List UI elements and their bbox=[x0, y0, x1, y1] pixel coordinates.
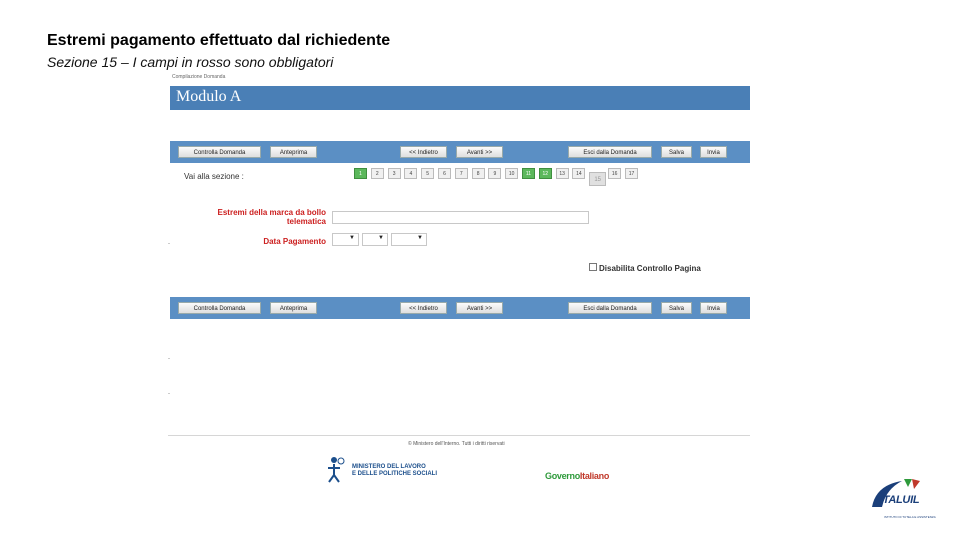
divider bbox=[168, 393, 170, 394]
footer-divider bbox=[168, 435, 750, 436]
section-button-17[interactable]: 17 bbox=[625, 168, 638, 179]
slide-subtitle: Sezione 15 – I campi in rosso sono obbli… bbox=[47, 54, 334, 70]
governo-logo: GovernoItaliano bbox=[545, 471, 610, 481]
invia-button[interactable]: Invia bbox=[700, 146, 727, 158]
anteprima-button[interactable]: Anteprima bbox=[270, 146, 317, 158]
ministero-logo-icon bbox=[328, 457, 345, 483]
indietro-button[interactable]: << Indietro bbox=[400, 146, 447, 158]
controlla-domanda-button[interactable]: Controlla Domanda bbox=[178, 302, 261, 314]
toolbar-bottom: Controlla Domanda Anteprima << Indietro … bbox=[170, 297, 750, 319]
marca-bollo-input[interactable] bbox=[332, 211, 589, 224]
esci-domanda-button[interactable]: Esci dalla Domanda bbox=[568, 146, 652, 158]
section-button-6[interactable]: 6 bbox=[438, 168, 451, 179]
section-button-4[interactable]: 4 bbox=[404, 168, 418, 179]
salva-button[interactable]: Salva bbox=[661, 146, 692, 158]
breadcrumb: Compilazione Domanda bbox=[172, 74, 226, 80]
section-button-14[interactable]: 14 bbox=[572, 168, 586, 179]
data-pagamento-label: Data Pagamento bbox=[263, 237, 326, 246]
section-button-8[interactable]: 8 bbox=[471, 168, 485, 179]
marca-bollo-label: Estremi della marca da bollo telematica bbox=[217, 208, 326, 226]
italuil-tagline: ISTITUTO DI TUTELA E ASSISTENZA bbox=[884, 515, 936, 519]
chevron-down-icon: ▼ bbox=[349, 235, 355, 241]
module-header: Modulo A bbox=[170, 86, 750, 110]
module-title: Modulo A bbox=[176, 88, 242, 105]
section-button-2[interactable]: 2 bbox=[370, 168, 384, 179]
section-button-1[interactable]: 1 bbox=[354, 168, 367, 179]
indietro-button[interactable]: << Indietro bbox=[400, 302, 447, 314]
section-button-9[interactable]: 9 bbox=[488, 168, 502, 179]
section-button-3[interactable]: 3 bbox=[387, 168, 401, 179]
month-select[interactable]: ▼ bbox=[362, 233, 388, 246]
section-button-7[interactable]: 7 bbox=[454, 168, 468, 179]
slide-title: Estremi pagamento effettuato dal richied… bbox=[47, 32, 391, 49]
chevron-down-icon: ▼ bbox=[417, 235, 423, 241]
section-button-15[interactable]: 15 bbox=[589, 172, 607, 186]
esci-domanda-button[interactable]: Esci dalla Domanda bbox=[568, 302, 652, 314]
anteprima-button[interactable]: Anteprima bbox=[270, 302, 317, 314]
italuil-brand: ITALUIL bbox=[880, 494, 920, 506]
section-button-13[interactable]: 13 bbox=[555, 168, 569, 179]
section-button-16[interactable]: 16 bbox=[608, 168, 622, 179]
salva-button[interactable]: Salva bbox=[661, 302, 692, 314]
divider bbox=[168, 243, 170, 244]
section-button-11[interactable]: 11 bbox=[522, 168, 535, 179]
section-button-12[interactable]: 12 bbox=[538, 168, 552, 179]
divider bbox=[168, 358, 170, 359]
section-button-10[interactable]: 10 bbox=[505, 168, 519, 179]
avanti-button[interactable]: Avanti >> bbox=[456, 146, 503, 158]
day-select[interactable]: ▼ bbox=[332, 233, 359, 246]
section-nav-label: Vai alla sezione : bbox=[184, 172, 244, 181]
ministero-label: MINISTERO DEL LAVORO E DELLE POLITICHE S… bbox=[352, 464, 438, 477]
controlla-domanda-button[interactable]: Controlla Domanda bbox=[178, 146, 261, 158]
year-select[interactable]: ▼ bbox=[391, 233, 427, 246]
toolbar-top: Controlla Domanda Anteprima << Indietro … bbox=[170, 141, 750, 163]
disable-check-label: Disabilita Controllo Pagina bbox=[599, 264, 701, 273]
invia-button[interactable]: Invia bbox=[700, 302, 727, 314]
copyright-text: © Ministero dell'Interno. Tutti i diritt… bbox=[408, 441, 505, 447]
disable-check-checkbox[interactable] bbox=[589, 263, 597, 271]
avanti-button[interactable]: Avanti >> bbox=[456, 302, 503, 314]
chevron-down-icon: ▼ bbox=[378, 235, 384, 241]
section-button-5[interactable]: 5 bbox=[421, 168, 435, 179]
